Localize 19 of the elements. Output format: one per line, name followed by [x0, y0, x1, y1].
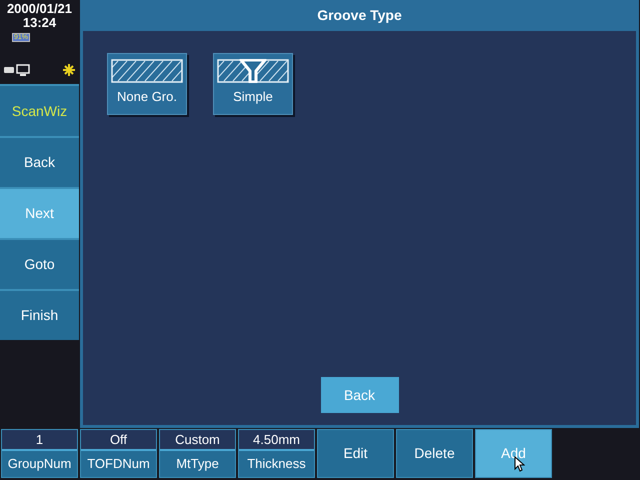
- monitor-icon: [16, 64, 30, 76]
- sidebar-button[interactable]: Back: [0, 136, 79, 187]
- groove-option-button[interactable]: None Gro.: [107, 53, 187, 115]
- parameter-field[interactable]: 1 GroupNum: [1, 429, 78, 478]
- parameter-field[interactable]: 4.50mm Thickness: [238, 429, 315, 478]
- plate-icon: [111, 59, 183, 83]
- usb-icon: [4, 67, 14, 73]
- time-text: 13:24: [22, 16, 56, 30]
- action-button[interactable]: Edit: [317, 429, 394, 478]
- groove-icon: [217, 59, 289, 83]
- parameter-field[interactable]: Custom MtType: [159, 429, 236, 478]
- groove-option-button[interactable]: Simple: [213, 53, 293, 115]
- action-button[interactable]: Delete: [396, 429, 473, 478]
- snowflake-icon: [63, 64, 75, 76]
- sidebar-button[interactable]: Goto: [0, 238, 79, 289]
- date-text: 2000/01/21: [6, 2, 72, 16]
- sidebar-button[interactable]: Finish: [0, 289, 79, 340]
- sidebar-title: ScanWiz: [0, 84, 79, 136]
- parameter-field[interactable]: Off TOFDNum: [80, 429, 157, 478]
